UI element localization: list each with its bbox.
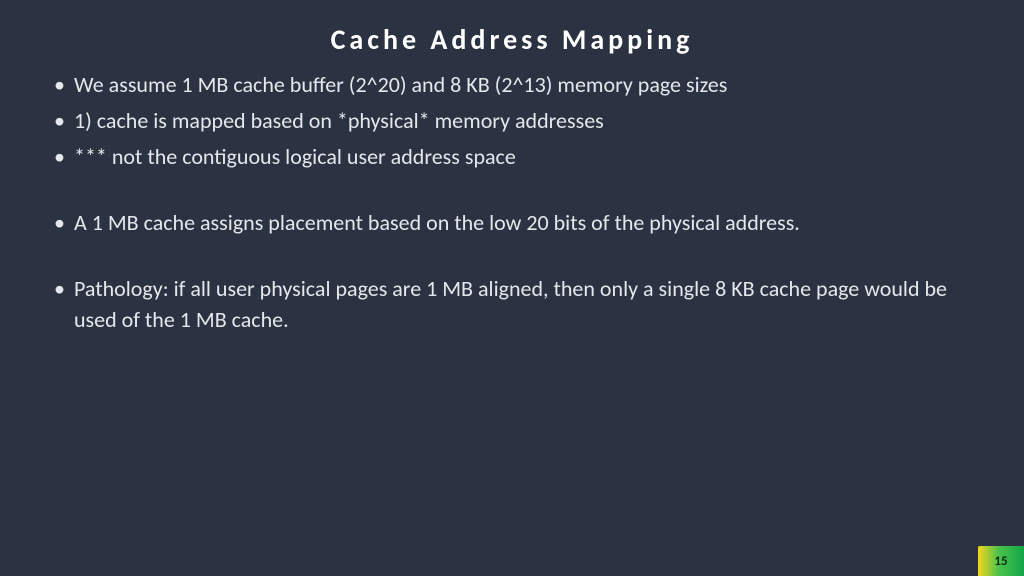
bullet-list: Pathology: if all user physical pages ar… <box>48 273 976 337</box>
bullet-list: We assume 1 MB cache buffer (2^20) and 8… <box>48 69 976 173</box>
blank-line <box>48 177 976 207</box>
slide: Cache Address Mapping We assume 1 MB cac… <box>0 0 1024 576</box>
slide-body: We assume 1 MB cache buffer (2^20) and 8… <box>0 69 1024 336</box>
bullet-item: *** not the contiguous logical user addr… <box>48 141 976 173</box>
bullet-item: 1) cache is mapped based on *physical* m… <box>48 105 976 137</box>
bullet-item: Pathology: if all user physical pages ar… <box>48 273 976 337</box>
bullet-item: We assume 1 MB cache buffer (2^20) and 8… <box>48 69 976 101</box>
blank-line <box>48 243 976 273</box>
slide-title: Cache Address Mapping <box>0 0 1024 69</box>
bullet-list: A 1 MB cache assigns placement based on … <box>48 207 976 239</box>
page-number-badge: 15 <box>978 546 1024 576</box>
bullet-item: A 1 MB cache assigns placement based on … <box>48 207 976 239</box>
